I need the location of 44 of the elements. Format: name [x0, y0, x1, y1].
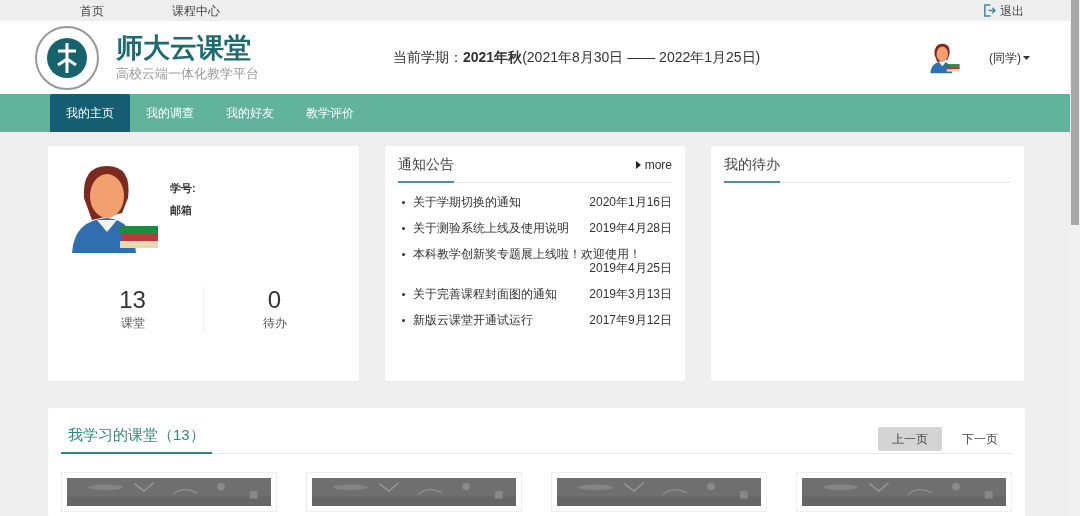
- course-card[interactable]: [306, 472, 522, 513]
- stat-label: 待办: [262, 314, 287, 332]
- notice-date: 2019年3月13日: [589, 286, 672, 301]
- term-range: (2021年8月30日 —— 2022年1月25日): [522, 48, 761, 68]
- triangle-icon: [635, 160, 641, 169]
- site-title: 师大云课堂: [116, 32, 252, 64]
- bullet-icon: [402, 292, 405, 296]
- profile-field-label: 学号:: [170, 180, 196, 196]
- notice-link[interactable]: 关于测验系统上线及使用说明: [413, 220, 569, 235]
- notice-link[interactable]: 本科教学创新奖专题展上线啦！欢迎使用！: [413, 246, 641, 261]
- bullet-icon: [402, 252, 405, 256]
- university-logo-icon: [34, 24, 100, 91]
- notice-date: 2019年4月25日: [589, 260, 672, 275]
- course-card[interactable]: [551, 472, 767, 513]
- course-card[interactable]: [61, 472, 277, 513]
- top-link[interactable]: 课程中心: [172, 1, 220, 20]
- bullet-icon: [402, 318, 405, 322]
- notice-date: 2020年1月16日: [589, 194, 672, 209]
- stat-value: 0: [267, 285, 282, 314]
- term-label: 当前学期：: [393, 48, 463, 68]
- card-title: 我学习的课堂（13）: [61, 423, 212, 455]
- notice-date: 2019年4月28日: [589, 220, 672, 235]
- site-subtitle: 高校云端一体化教学平台: [116, 65, 259, 83]
- logout-icon: [983, 4, 996, 18]
- stat-label: 课堂: [120, 314, 145, 332]
- user-menu[interactable]: (同学): [989, 48, 1030, 67]
- pager-button[interactable]: 上一页: [878, 427, 942, 452]
- notice-date: 2017年9月12日: [589, 312, 672, 327]
- course-card[interactable]: [796, 472, 1012, 513]
- notice-link[interactable]: 关于学期切换的通知: [413, 194, 521, 209]
- bullet-icon: [402, 226, 405, 230]
- profile-field-label: 邮箱: [170, 203, 193, 219]
- bullet-icon: [402, 200, 405, 204]
- nav-tab[interactable]: 我的主页: [50, 94, 130, 132]
- card-title: 通知公告: [398, 153, 454, 183]
- notice-link[interactable]: 新版云课堂开通试运行: [413, 312, 533, 327]
- caret-icon: [1023, 55, 1030, 60]
- logout-link[interactable]: 退出: [983, 1, 1024, 20]
- top-link[interactable]: 首页: [80, 1, 104, 20]
- term-name: 2021年秋: [463, 48, 523, 68]
- more-link[interactable]: more: [635, 155, 672, 174]
- stat-value: 13: [119, 285, 146, 314]
- card-title: 我的待办: [724, 153, 780, 183]
- notice-link[interactable]: 关于完善课程封面图的通知: [413, 286, 557, 301]
